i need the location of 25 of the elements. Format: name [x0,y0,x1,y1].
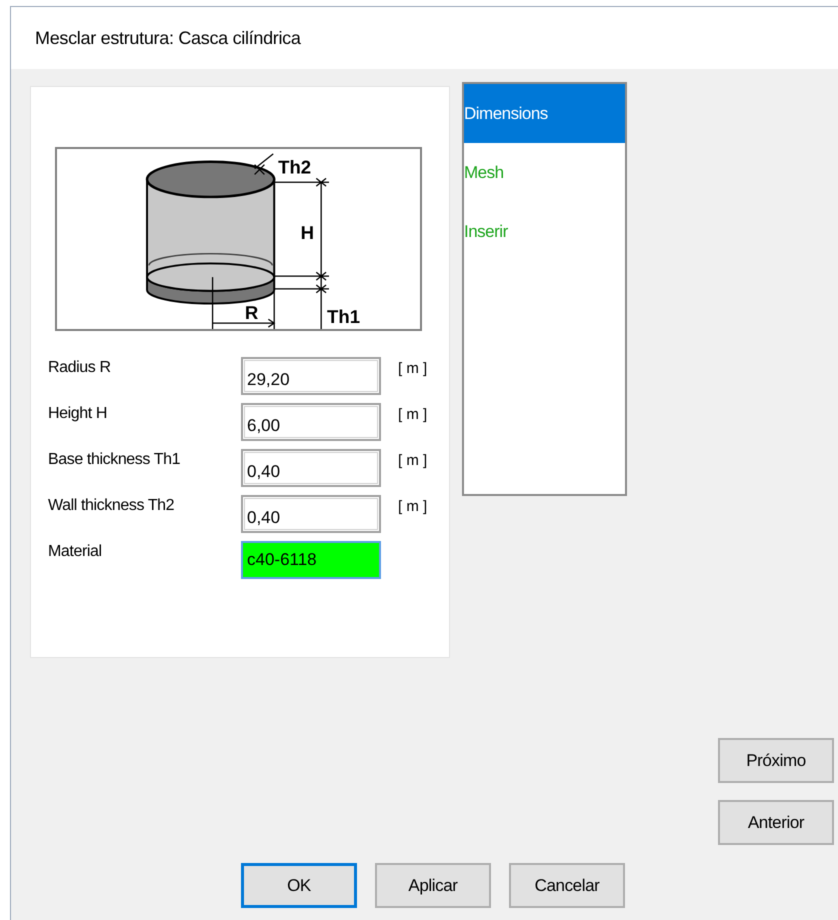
window-title: Mesclar estrutura: Casca cilíndrica [35,28,301,48]
field-label: Material [48,542,103,561]
unit-label: [ m ] [398,451,428,469]
input-field[interactable]: 0,40 [241,449,381,487]
field-label: Wall thickness Th2 [48,496,176,515]
unit-label: [ m ] [398,497,428,515]
dimension-label: H [300,222,314,243]
nav-button[interactable]: Anterior [718,800,834,845]
dialog-button[interactable]: Cancelar [509,863,625,908]
dialog-button[interactable]: Aplicar [375,863,491,908]
field-label: Height H [48,404,108,423]
input-field[interactable]: 6,00 [241,403,381,441]
unit-label: [ m ] [398,405,428,423]
dimension-label: Th2 [278,156,312,178]
unit-label: [ m ] [398,359,428,377]
field-label: Base thickness Th1 [48,450,182,469]
input-field[interactable]: 29,20 [241,357,381,395]
section-item[interactable]: Dimensions [464,84,625,143]
input-field[interactable]: 0,40 [241,495,381,533]
field-label: Radius R [48,358,112,377]
dimension-label: R [244,302,258,324]
nav-button[interactable]: Próximo [718,738,834,783]
material-field[interactable]: c40-6118 [241,541,381,579]
dimension-label: Th1 [327,306,360,328]
dialog-button[interactable]: OK [241,863,357,908]
